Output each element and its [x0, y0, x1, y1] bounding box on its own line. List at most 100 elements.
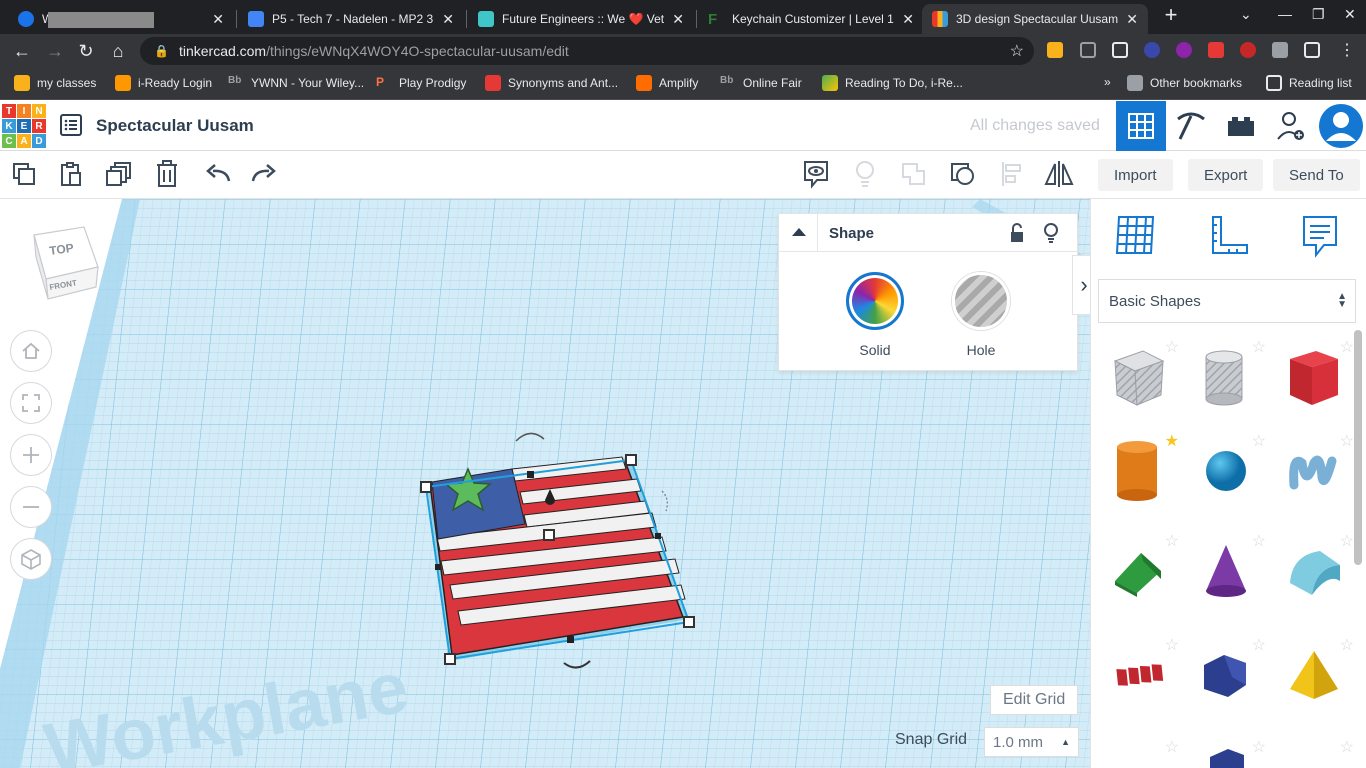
bookmark-prodigy[interactable]: P Play Prodigy	[376, 75, 466, 91]
shape-pyramid[interactable]: ☆	[1276, 637, 1356, 727]
design-list-icon[interactable]	[60, 114, 82, 136]
edge-handle[interactable]	[435, 564, 441, 570]
send-to-button[interactable]: Send To	[1273, 159, 1360, 191]
sidebar-scrollbar[interactable]	[1354, 330, 1362, 565]
ungroup-button[interactable]	[948, 159, 978, 189]
mirror-button[interactable]	[1044, 159, 1074, 189]
home-icon[interactable]: ⌂	[107, 40, 129, 62]
tab-water[interactable]: Water ✕	[8, 4, 234, 34]
3d-view-button[interactable]	[1116, 101, 1166, 151]
shape-scribble[interactable]: ☆	[1276, 433, 1356, 523]
align-button[interactable]	[997, 159, 1027, 189]
favorite-star-icon[interactable]: ☆	[1252, 531, 1266, 551]
zoom-in-button[interactable]	[10, 434, 52, 476]
hole-option[interactable]: Hole	[949, 272, 1013, 358]
perspective-button[interactable]	[10, 538, 52, 580]
bookmark-synonyms[interactable]: Synonyms and Ant...	[485, 75, 618, 91]
extensions-puzzle-icon[interactable]	[1272, 42, 1288, 58]
notes-button[interactable]	[801, 159, 831, 189]
reload-icon[interactable]: ↻	[75, 40, 97, 62]
close-tab-icon[interactable]: ✕	[902, 11, 914, 28]
favorite-star-icon[interactable]: ☆	[1165, 337, 1179, 357]
close-window-icon[interactable]: ✕	[1344, 6, 1356, 23]
snap-grid-select[interactable]: 1.0 mm ▲	[984, 727, 1079, 757]
extension-pokeball-icon[interactable]	[1240, 42, 1256, 58]
lock-icon[interactable]	[1009, 223, 1025, 243]
bookmark-reading-to-do[interactable]: Reading To Do, i-Re...	[822, 75, 963, 91]
more-bookmarks[interactable]: »	[1104, 75, 1111, 89]
bookmark-amplify[interactable]: Amplify	[636, 75, 698, 91]
close-tab-icon[interactable]: ✕	[212, 11, 224, 28]
zoom-out-button[interactable]	[10, 486, 52, 528]
tab-tinkercad-design[interactable]: 3D design Spectacular Uusam ✕	[922, 4, 1148, 34]
collapse-panel-icon[interactable]	[791, 225, 807, 239]
shape-partial[interactable]: ☆	[1188, 739, 1268, 768]
edge-handle[interactable]	[655, 533, 661, 539]
workplane-canvas[interactable]: Workplane TOP FRONT Shape Solid Hole Edi…	[0, 199, 1090, 768]
maximize-icon[interactable]: ❐	[1312, 6, 1325, 23]
browser-menu-icon[interactable]: ⋮	[1336, 40, 1358, 62]
shape-cone[interactable]: ☆	[1188, 533, 1268, 623]
solid-option[interactable]: Solid	[843, 272, 907, 358]
favorite-star-icon[interactable]: ☆	[1252, 635, 1266, 655]
lightbulb-icon[interactable]	[1043, 222, 1059, 244]
favorite-star-icon[interactable]: ☆	[1340, 635, 1354, 655]
extension-k-icon[interactable]	[1144, 42, 1160, 58]
extension-m-icon[interactable]	[1176, 42, 1192, 58]
hole-swatch-icon[interactable]	[952, 272, 1010, 330]
extension-pen-icon[interactable]	[1208, 42, 1224, 58]
favorite-star-icon[interactable]: ☆	[1340, 739, 1354, 757]
address-bar[interactable]: 🔒 tinkercad.com/things/eWNqX4WOY4O-spect…	[140, 37, 1034, 65]
favorite-star-icon[interactable]: ☆	[1340, 531, 1354, 551]
shape-box-hole[interactable]: ☆	[1101, 339, 1181, 429]
paste-button[interactable]	[56, 159, 86, 189]
shape-round-roof[interactable]: ☆	[1276, 533, 1356, 623]
tab-keychain[interactable]: F Keychain Customizer | Level 1 ✕	[698, 4, 924, 34]
bookmark-star-icon[interactable]: ☆	[1010, 41, 1024, 61]
shape-sphere[interactable]: ☆	[1188, 433, 1268, 523]
notes-tool-icon[interactable]	[1298, 213, 1342, 259]
view-cube[interactable]: TOP FRONT	[28, 221, 100, 301]
extension-shield-icon[interactable]	[1080, 42, 1096, 58]
new-tab-button[interactable]: +	[1160, 4, 1182, 28]
resize-handle[interactable]	[444, 653, 456, 665]
favorite-star-filled-icon[interactable]: ★	[1165, 431, 1179, 451]
bookmark-reading-list[interactable]: Reading list	[1266, 75, 1352, 91]
ruler-tool-icon[interactable]	[1207, 213, 1251, 259]
tab-search-icon[interactable]: ⌄	[1240, 6, 1252, 23]
resize-handle[interactable]	[420, 481, 432, 493]
favorite-star-icon[interactable]: ☆	[1340, 431, 1354, 451]
favorite-star-icon[interactable]: ☆	[1252, 337, 1266, 357]
edit-grid-button[interactable]: Edit Grid	[990, 685, 1079, 715]
show-all-button[interactable]	[850, 159, 880, 189]
blocks-button[interactable]	[1166, 101, 1216, 151]
favorite-star-icon[interactable]: ☆	[1252, 431, 1266, 451]
favorite-star-icon[interactable]: ☆	[1165, 635, 1179, 655]
extension-classroom-icon[interactable]	[1047, 42, 1063, 58]
close-tab-icon[interactable]: ✕	[672, 11, 684, 28]
close-tab-icon[interactable]: ✕	[1126, 11, 1138, 28]
invite-user-button[interactable]	[1266, 101, 1316, 151]
favorite-star-icon[interactable]: ☆	[1165, 531, 1179, 551]
shape-cylinder[interactable]: ★	[1101, 433, 1181, 523]
bookmark-online-fair[interactable]: Bb Online Fair	[720, 75, 802, 91]
rainbow-swatch-icon[interactable]	[846, 272, 904, 330]
profile-button[interactable]	[1316, 101, 1366, 151]
home-view-button[interactable]	[10, 330, 52, 372]
shape-cylinder-hole[interactable]: ☆	[1188, 339, 1268, 429]
bookmark-other[interactable]: Other bookmarks	[1127, 75, 1242, 91]
tinkercad-logo[interactable]: T I N K E R C A D	[2, 104, 46, 148]
tab-future-engineers[interactable]: Future Engineers :: We ❤️ Vete ✕	[468, 4, 694, 34]
shape-polygon[interactable]: ☆	[1188, 637, 1268, 727]
shape-partial[interactable]: ☆	[1276, 739, 1356, 768]
delete-button[interactable]	[152, 159, 182, 189]
forward-icon[interactable]: →	[44, 40, 66, 62]
resize-handle[interactable]	[625, 454, 637, 466]
workplane-tool-icon[interactable]	[1113, 213, 1157, 259]
extension-shield-dark-icon[interactable]	[1112, 42, 1128, 58]
bricks-button[interactable]	[1216, 101, 1266, 151]
bookmark-ywnn[interactable]: Bb YWNN - Your Wiley...	[228, 75, 364, 91]
tab-p5-tech[interactable]: P5 - Tech 7 - Nadelen - MP2 3 ✕	[238, 4, 464, 34]
close-tab-icon[interactable]: ✕	[442, 11, 454, 28]
export-button[interactable]: Export	[1188, 159, 1264, 191]
